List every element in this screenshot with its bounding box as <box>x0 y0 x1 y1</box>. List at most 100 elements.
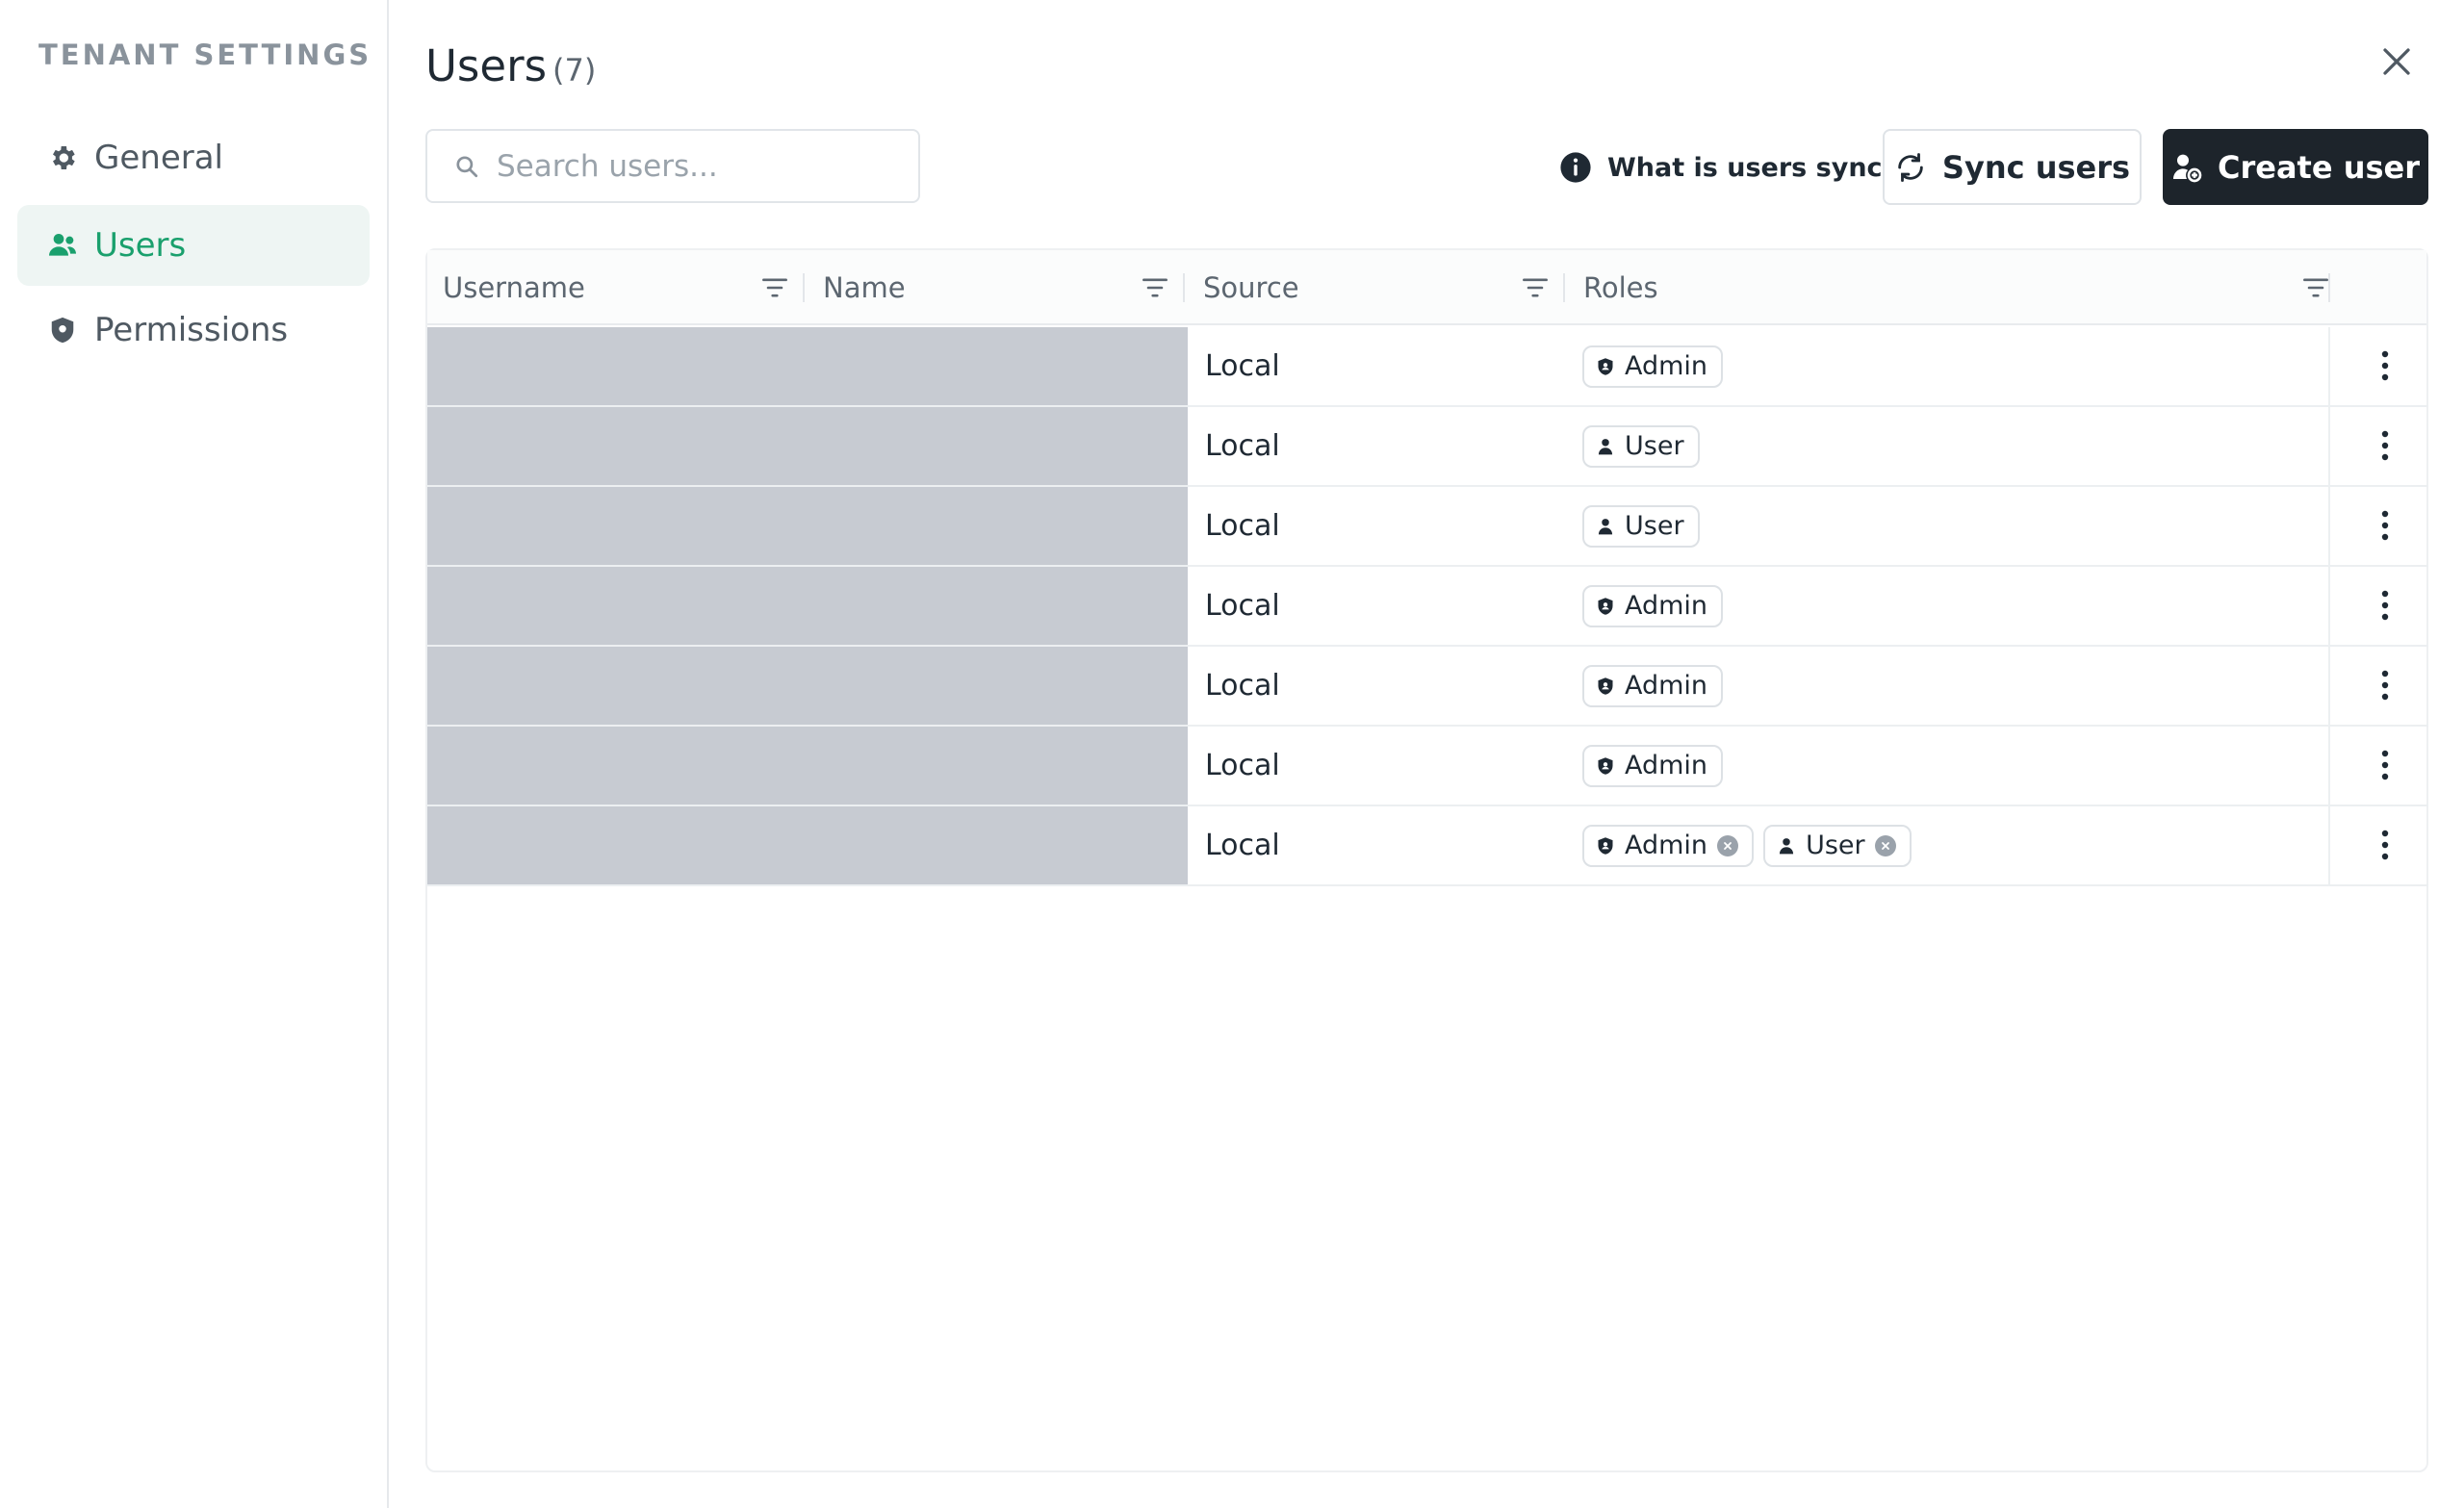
column-header-name[interactable]: Name <box>808 250 1188 325</box>
user-icon <box>1775 834 1798 857</box>
table-header: Username Name Source Roles <box>427 250 2426 325</box>
sync-users-button[interactable]: Sync users <box>1883 129 2142 205</box>
role-label: Admin <box>1625 751 1708 780</box>
row-actions-button[interactable] <box>2366 666 2404 704</box>
actions-divider <box>2328 647 2330 725</box>
redacted-username-name-cell <box>427 487 1188 565</box>
column-label: Name <box>823 271 906 304</box>
column-label: Source <box>1203 271 1299 304</box>
column-label: Username <box>443 271 585 304</box>
create-user-label: Create user <box>2217 148 2420 186</box>
more-vertical-icon <box>2381 830 2389 860</box>
actions-divider <box>2328 567 2330 645</box>
roles-cell: User <box>1582 407 1700 485</box>
source-cell: Local <box>1205 669 1280 703</box>
row-actions-button[interactable] <box>2366 826 2404 864</box>
more-vertical-icon <box>2381 750 2389 780</box>
role-label: Admin <box>1625 351 1708 381</box>
column-divider[interactable] <box>1563 273 1565 302</box>
column-header-source[interactable]: Source <box>1188 250 1568 325</box>
admin-shield-icon <box>1594 834 1617 857</box>
add-user-icon <box>2171 152 2202 183</box>
role-badge-admin: Admin <box>1582 345 1724 388</box>
role-badge-admin: Admin <box>1582 744 1724 787</box>
search-input[interactable] <box>497 148 918 184</box>
role-label: User <box>1625 431 1684 461</box>
table-row[interactable]: Local Admin <box>427 647 2428 727</box>
redacted-username-name-cell <box>427 647 1188 725</box>
role-badge-user: User <box>1763 824 1912 867</box>
filter-icon[interactable] <box>2301 273 2330 302</box>
filter-icon[interactable] <box>1141 273 1169 302</box>
more-vertical-icon <box>2381 510 2389 541</box>
user-icon <box>1594 515 1617 538</box>
more-vertical-icon <box>2381 350 2389 381</box>
row-actions-button[interactable] <box>2366 746 2404 784</box>
row-actions-button[interactable] <box>2366 426 2404 465</box>
row-actions-button[interactable] <box>2366 586 2404 625</box>
actions-divider <box>2328 727 2330 805</box>
source-cell: Local <box>1205 349 1280 383</box>
tenant-settings-dialog: TENANT SETTINGS General Users Permission… <box>0 0 2464 1508</box>
user-icon <box>1594 435 1617 458</box>
sync-users-label: Sync users <box>1941 148 2131 186</box>
remove-role-icon[interactable] <box>1874 834 1896 856</box>
redacted-username-name-cell <box>427 727 1188 805</box>
row-actions-button[interactable] <box>2366 506 2404 545</box>
search-field[interactable] <box>425 129 920 203</box>
shield-icon <box>46 314 79 346</box>
table-row[interactable]: Local Admin <box>427 567 2428 647</box>
more-vertical-icon <box>2381 430 2389 461</box>
filter-icon[interactable] <box>1521 273 1550 302</box>
role-label: Admin <box>1625 591 1708 621</box>
column-divider[interactable] <box>1183 273 1185 302</box>
roles-cell: Admin <box>1582 567 1724 645</box>
redacted-username-name-cell <box>427 327 1188 405</box>
users-table: Username Name Source Roles Local Admin L… <box>425 248 2428 1472</box>
filter-icon[interactable] <box>760 273 789 302</box>
roles-cell: User <box>1582 487 1700 565</box>
table-row[interactable]: Local Admin User <box>427 806 2428 886</box>
actions-divider <box>2328 487 2330 565</box>
roles-cell: Admin <box>1582 327 1724 405</box>
source-cell: Local <box>1205 829 1280 862</box>
remove-role-icon[interactable] <box>1717 834 1739 856</box>
sidebar: TENANT SETTINGS General Users Permission… <box>0 0 389 1508</box>
role-badge-admin: Admin <box>1582 824 1755 867</box>
admin-shield-icon <box>1594 754 1617 778</box>
user-count: (7) <box>552 52 597 89</box>
column-header-roles[interactable]: Roles <box>1568 250 2328 325</box>
sidebar-item-label: General <box>94 139 223 177</box>
sidebar-item-general[interactable]: General <box>17 117 370 198</box>
create-user-button[interactable]: Create user <box>2163 129 2428 205</box>
table-row[interactable]: Local User <box>427 487 2428 567</box>
sync-icon <box>1894 151 1927 184</box>
info-icon <box>1559 151 1592 184</box>
role-label: User <box>1625 511 1684 541</box>
role-label: User <box>1806 831 1865 860</box>
roles-cell: Admin <box>1582 727 1724 805</box>
table-row[interactable]: Local Admin <box>427 727 2428 806</box>
table-row[interactable]: Local User <box>427 407 2428 487</box>
source-cell: Local <box>1205 749 1280 782</box>
sidebar-item-users[interactable]: Users <box>17 205 370 286</box>
close-button[interactable] <box>2377 42 2416 81</box>
sidebar-item-permissions[interactable]: Permissions <box>17 290 370 371</box>
users-sync-help-link[interactable]: What is users sync? <box>1559 146 1897 189</box>
search-icon <box>454 154 479 179</box>
close-icon <box>2383 48 2410 75</box>
table-row[interactable]: Local Admin <box>427 327 2428 407</box>
admin-shield-icon <box>1594 595 1617 618</box>
role-badge-admin: Admin <box>1582 584 1724 627</box>
roles-cell: Admin <box>1582 647 1724 725</box>
row-actions-button[interactable] <box>2366 346 2404 385</box>
column-divider <box>2328 273 2330 302</box>
role-label: Admin <box>1625 671 1708 701</box>
roles-cell: Admin User <box>1582 806 1912 884</box>
source-cell: Local <box>1205 429 1280 463</box>
redacted-username-name-cell <box>427 407 1188 485</box>
column-header-username[interactable]: Username <box>427 250 808 325</box>
actions-divider <box>2328 806 2330 884</box>
sidebar-item-label: Users <box>94 226 187 265</box>
column-divider[interactable] <box>803 273 805 302</box>
